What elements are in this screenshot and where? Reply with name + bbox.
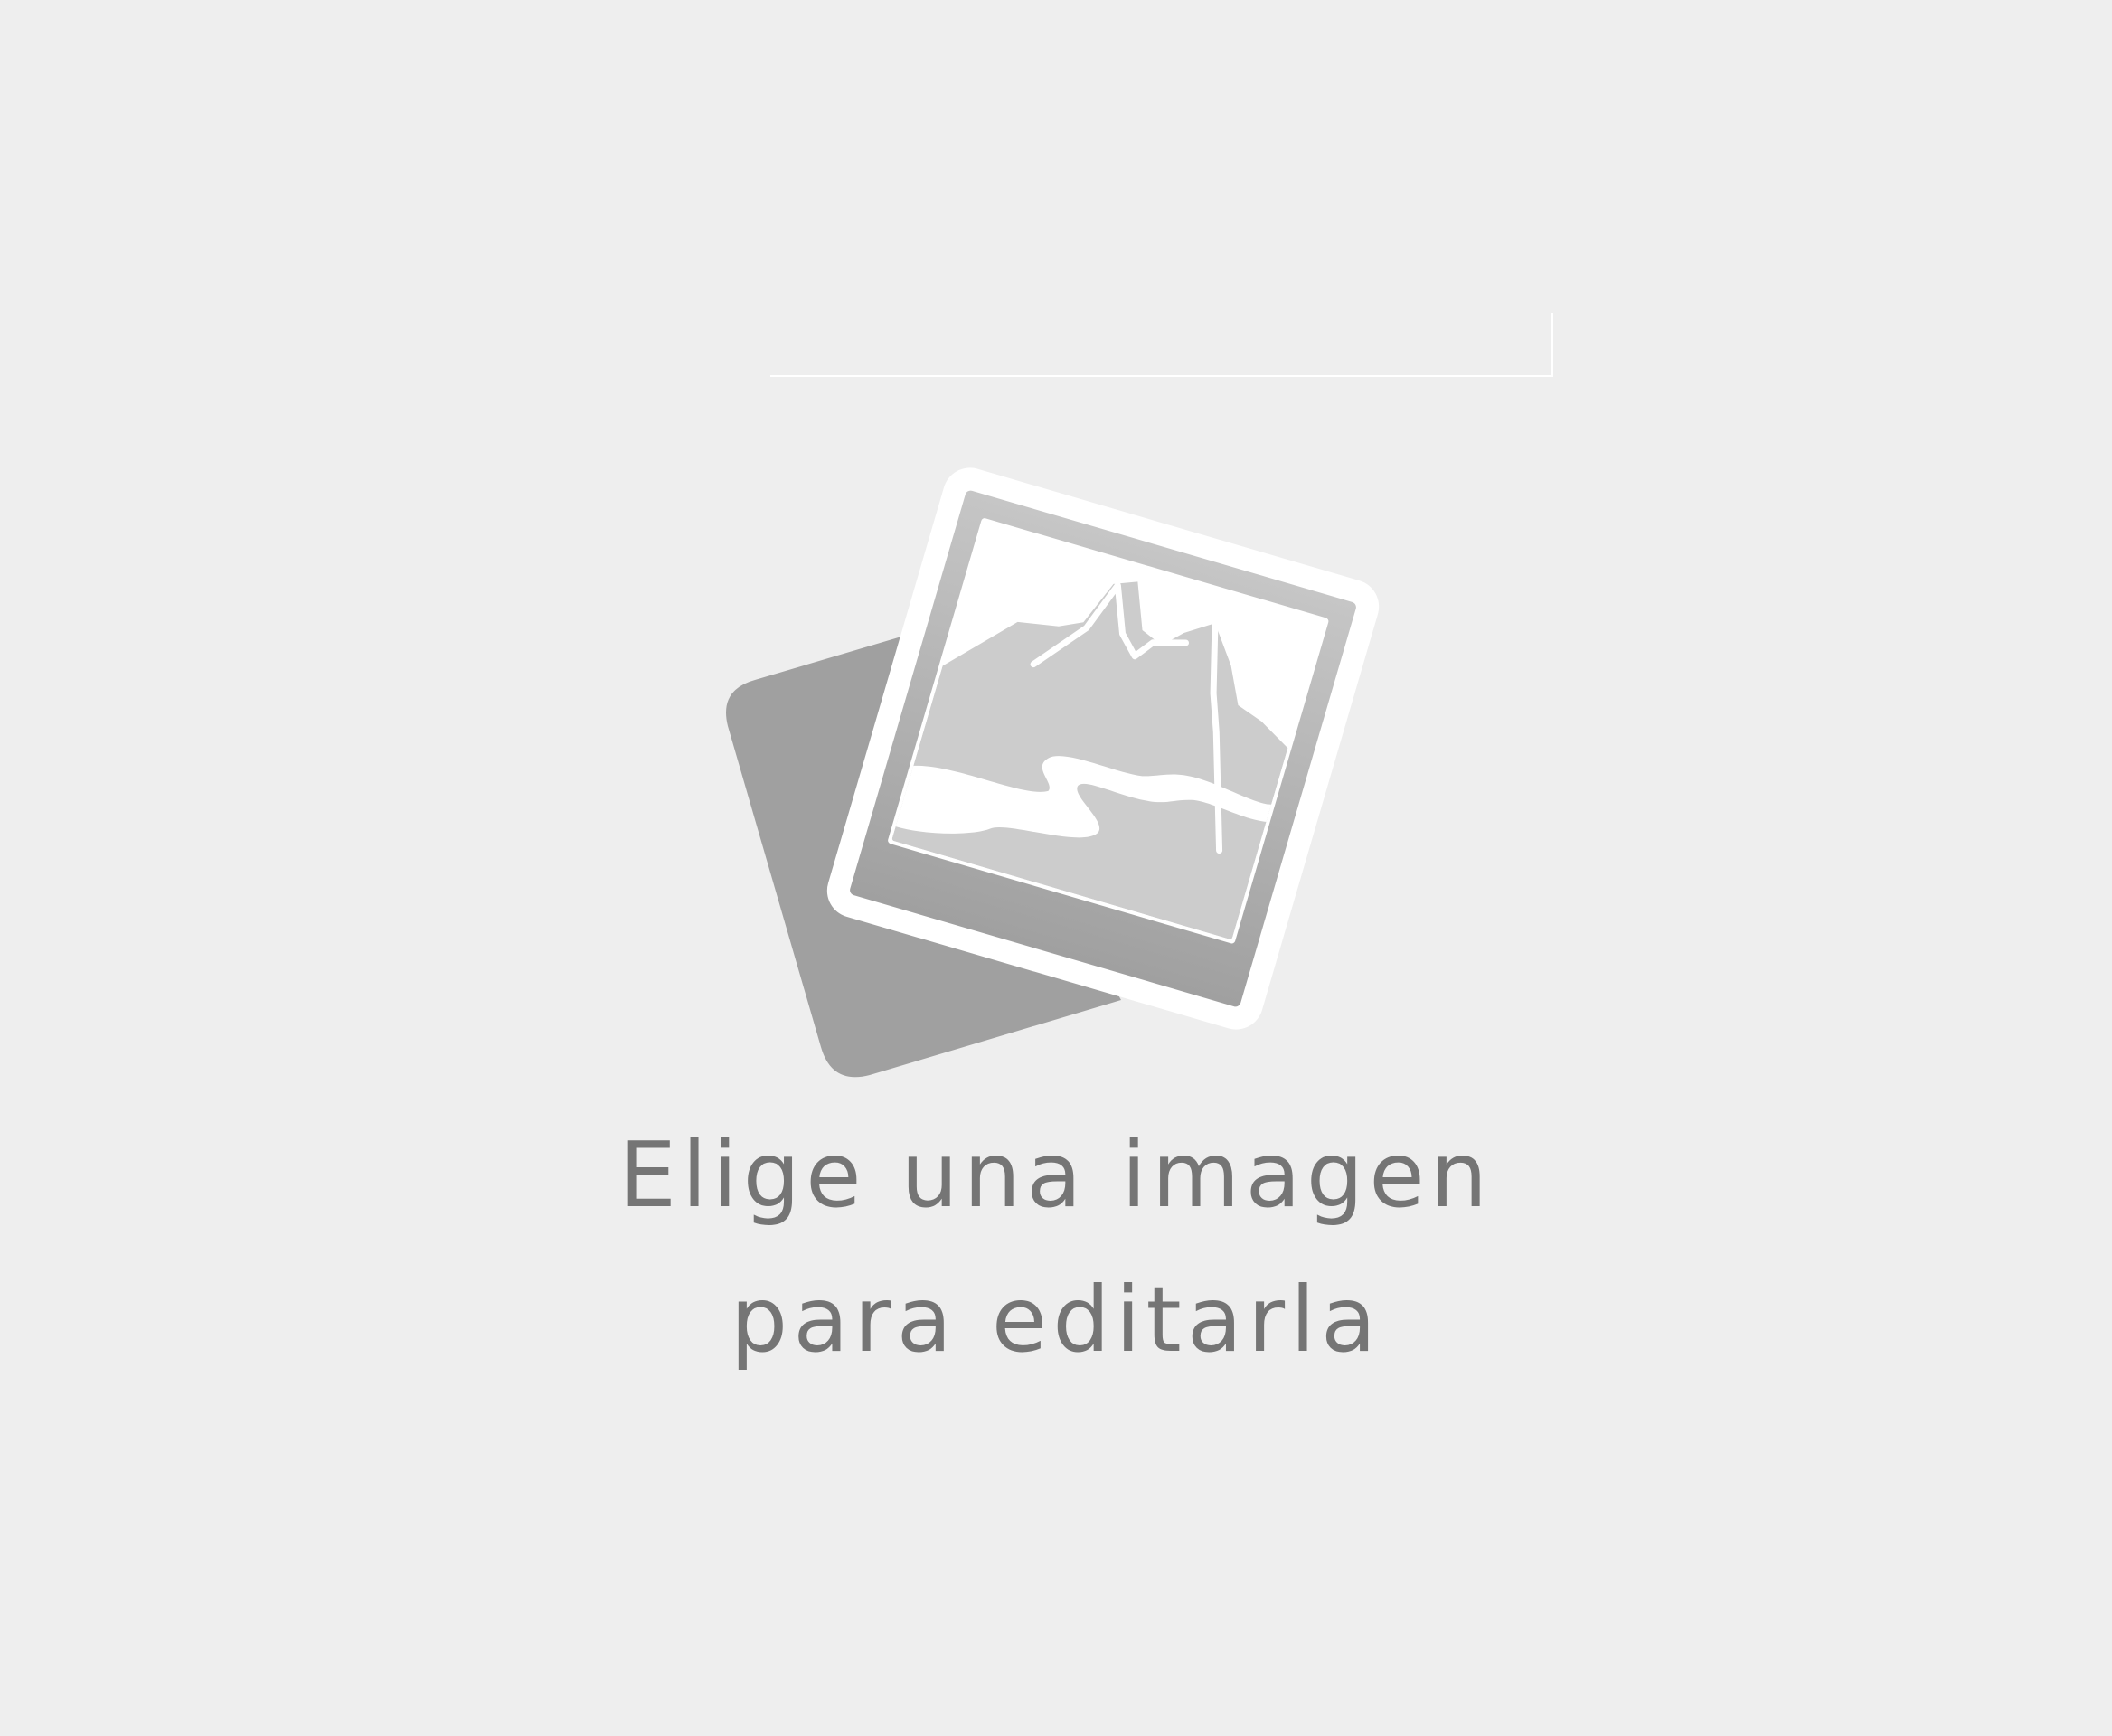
photo-placeholder-icon — [726, 467, 1380, 1078]
toolbar-divider-edge — [1551, 313, 1553, 377]
prompt-line-1: Elige una imagen — [618, 1122, 1494, 1228]
toolbar-divider — [770, 375, 1553, 377]
choose-image-prompt: Elige una imagen para editarla — [514, 1103, 1598, 1392]
image-editor-empty-state: Elige una imagen para editarla — [0, 0, 2112, 1736]
prompt-line-2: para editarla — [730, 1267, 1382, 1373]
